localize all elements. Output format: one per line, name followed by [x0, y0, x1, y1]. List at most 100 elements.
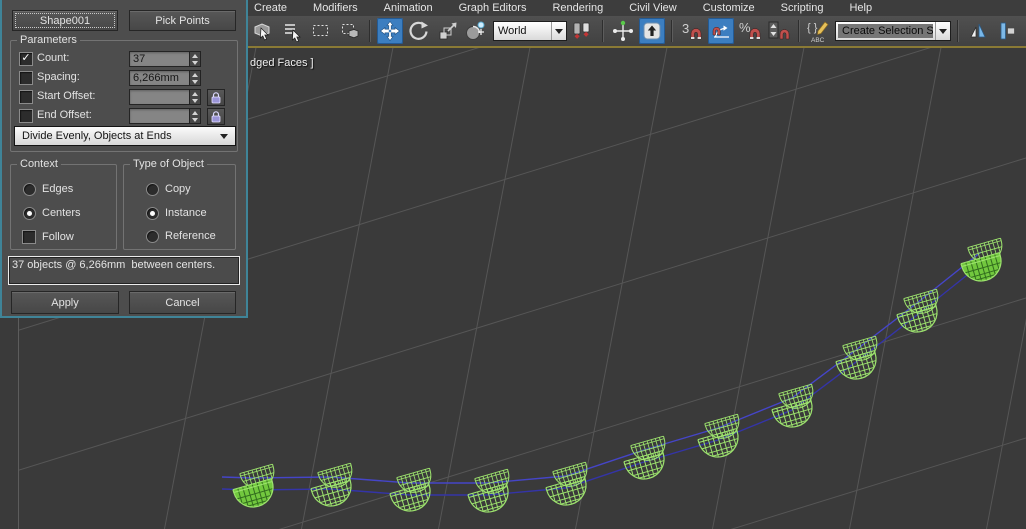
toolbar-separator — [957, 20, 959, 42]
context-group: Context Edges Centers Follow — [10, 158, 117, 250]
select-and-scale-button[interactable] — [435, 18, 461, 44]
toolbar-separator — [602, 20, 604, 42]
left-ribbon-strip: Object Paint Populate — [0, 318, 19, 529]
svg-text:%: % — [739, 20, 751, 35]
menu-rendering[interactable]: Rendering — [552, 0, 603, 16]
svg-text:{ }: { } — [807, 22, 818, 34]
centers-label: Centers — [42, 207, 81, 219]
keyboard-shortcut-override-button[interactable] — [639, 18, 665, 44]
follow-label: Follow — [42, 231, 74, 243]
select-and-manipulate-button[interactable] — [610, 18, 636, 44]
angle-snap-icon — [712, 25, 729, 38]
centers-radio[interactable] — [23, 207, 36, 220]
edges-radio[interactable] — [23, 183, 36, 196]
select-and-manipulate-icon — [613, 20, 633, 41]
cancel-button[interactable]: Cancel — [129, 291, 236, 314]
chevron-down-icon — [220, 133, 228, 139]
svg-text:ABC: ABC — [811, 37, 825, 44]
checkmark-icon: ✓ — [21, 52, 31, 64]
menu-create[interactable]: Create — [254, 0, 287, 16]
spacing-checkbox[interactable] — [19, 71, 33, 85]
end-offset-checkbox[interactable] — [19, 109, 33, 123]
reference-radio[interactable] — [146, 230, 159, 243]
end-offset-field[interactable] — [129, 108, 193, 124]
select-by-name-icon — [285, 24, 301, 42]
select-object-icon — [254, 23, 270, 41]
apply-button[interactable]: Apply — [11, 291, 119, 314]
rectangular-selection-region-button[interactable] — [308, 18, 334, 44]
menu-customize[interactable]: Customize — [703, 0, 755, 16]
rotate-icon — [409, 21, 428, 40]
pick-points-button[interactable]: Pick Points — [129, 10, 236, 31]
toolbar-separator — [671, 20, 673, 42]
mirror-button[interactable] — [965, 18, 991, 44]
type-of-object-group: Type of Object Copy Instance Reference — [123, 158, 236, 250]
parameters-title: Parameters — [20, 34, 77, 46]
select-and-place-button[interactable] — [464, 18, 490, 44]
menu-help[interactable]: Help — [849, 0, 872, 16]
angle-snap-toggle-button[interactable] — [708, 18, 734, 44]
start-offset-field[interactable] — [129, 89, 193, 105]
selection-set-value: Create Selection Se — [838, 24, 933, 38]
named-selection-sets-icon: { } ABC — [807, 21, 829, 44]
toolbar-separator — [369, 20, 371, 42]
lock-icon — [211, 111, 221, 123]
start-offset-checkbox[interactable] — [19, 90, 33, 104]
application-window: Create Modifiers Animation Graph Editors… — [0, 0, 1026, 529]
snaps-3d-icon: 3 — [682, 21, 702, 40]
move-icon — [380, 21, 400, 41]
copy-label: Copy — [165, 183, 191, 195]
edges-label: Edges — [42, 183, 74, 195]
spinner-snap-icon — [768, 21, 790, 40]
align-button[interactable] — [994, 18, 1020, 44]
chevron-down-icon — [935, 22, 950, 40]
end-offset-spinner[interactable] — [189, 108, 201, 124]
viewport-shading-label[interactable]: dged Faces ] — [250, 57, 314, 69]
count-spinner[interactable] — [189, 51, 201, 67]
spacing-tool-dialog: Shape001 Pick Points Parameters ✓ Count:… — [0, 0, 248, 318]
percent-snap-toggle-button[interactable]: % — [737, 18, 763, 44]
end-offset-lock-button[interactable] — [207, 108, 225, 125]
spacing-spinner[interactable] — [189, 70, 201, 86]
reference-coordinate-system-dropdown[interactable]: World — [493, 21, 567, 41]
count-field[interactable]: 37 — [129, 51, 193, 67]
type-of-object-title: Type of Object — [133, 158, 204, 170]
chevron-down-icon — [551, 22, 566, 40]
select-object-button[interactable] — [250, 18, 276, 44]
pick-path-button[interactable]: Shape001 — [12, 10, 118, 31]
menu-animation[interactable]: Animation — [384, 0, 433, 16]
use-pivot-point-center-button[interactable] — [570, 18, 596, 44]
spacing-status-readout: 37 objects @ 6,266mm between centers. — [8, 256, 240, 285]
scale-icon — [439, 22, 457, 40]
spacing-field[interactable]: 6,266mm — [129, 70, 193, 86]
select-and-move-button[interactable] — [377, 18, 403, 44]
count-checkbox[interactable]: ✓ — [19, 52, 33, 66]
edit-named-selection-sets-button[interactable]: { } ABC — [806, 18, 832, 44]
distribution-dropdown[interactable]: Divide Evenly, Objects at Ends — [14, 126, 236, 146]
spacing-label: Spacing: — [37, 71, 80, 83]
instance-label: Instance — [165, 207, 207, 219]
mirror-icon — [970, 23, 986, 38]
select-and-rotate-button[interactable] — [406, 18, 432, 44]
window-crossing-icon — [342, 24, 359, 39]
menu-graph-editors[interactable]: Graph Editors — [459, 0, 527, 16]
snaps-toggle-3d-button[interactable]: 3 — [679, 18, 705, 44]
keyboard-override-icon — [643, 22, 661, 40]
reference-label: Reference — [165, 230, 216, 242]
follow-checkbox[interactable] — [22, 230, 36, 244]
named-selection-set-dropdown[interactable]: Create Selection Se — [835, 21, 951, 41]
instance-radio[interactable] — [146, 207, 159, 220]
menu-civil-view[interactable]: Civil View — [629, 0, 676, 16]
lock-icon — [211, 92, 221, 104]
start-offset-spinner[interactable] — [189, 89, 201, 105]
svg-text:3: 3 — [682, 21, 689, 36]
menu-scripting[interactable]: Scripting — [781, 0, 824, 16]
pivot-point-center-icon — [573, 22, 590, 39]
spinner-snap-toggle-button[interactable] — [766, 18, 792, 44]
copy-radio[interactable] — [146, 183, 159, 196]
menu-modifiers[interactable]: Modifiers — [313, 0, 358, 16]
end-offset-label: End Offset: — [37, 109, 92, 121]
window-crossing-toggle-button[interactable] — [337, 18, 363, 44]
select-by-name-button[interactable] — [279, 18, 305, 44]
start-offset-lock-button[interactable] — [207, 89, 225, 106]
